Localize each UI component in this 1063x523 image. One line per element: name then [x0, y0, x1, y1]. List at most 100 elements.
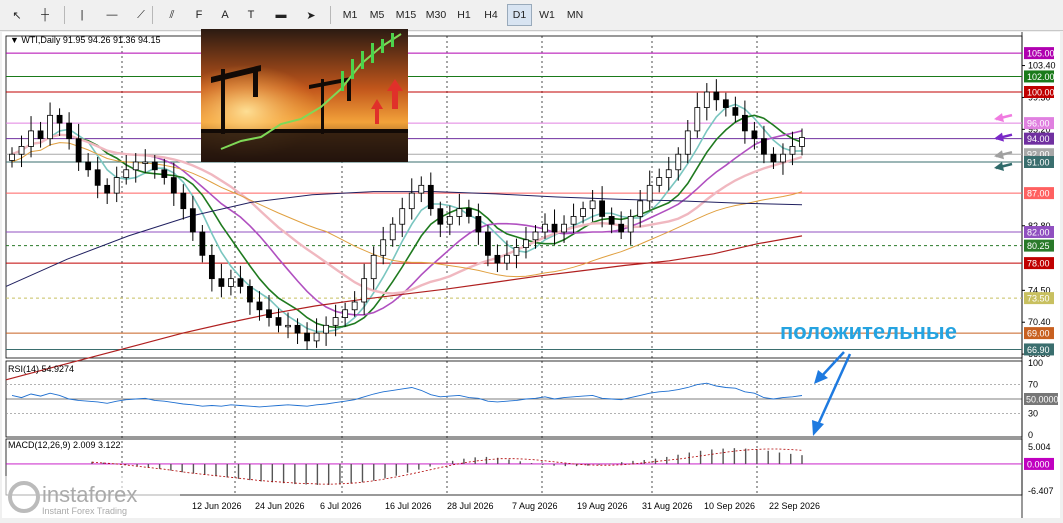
channel-icon[interactable]: ⫽: [160, 4, 184, 26]
candle-body: [189, 208, 196, 233]
level-tag-text: 82.00: [1027, 228, 1050, 238]
time-axis-label: 28 Jul 2026: [447, 501, 494, 511]
level-tag-text: 94.00: [1027, 134, 1050, 144]
cursor-icon[interactable]: ↖: [6, 4, 28, 26]
candle-body: [266, 309, 272, 318]
trend-line-icon[interactable]: ⟋: [128, 4, 154, 26]
level-tag-text: 102.00: [1027, 72, 1055, 82]
candle-body: [675, 153, 682, 171]
timeframe-w1[interactable]: W1: [534, 4, 560, 26]
timeframe-m5[interactable]: M5: [364, 4, 390, 26]
timeframe-d1[interactable]: D1: [507, 4, 532, 26]
candle-body: [751, 130, 758, 140]
time-axis-label: 22 Sep 2026: [769, 501, 820, 511]
candle-body: [123, 169, 130, 178]
time-axis-label: 16 Jul 2026: [385, 501, 432, 511]
candle-body: [313, 332, 320, 342]
candle-body: [199, 231, 206, 256]
candle-body: [408, 192, 415, 210]
vertical-line-icon[interactable]: |: [74, 4, 90, 26]
candle-body: [504, 254, 510, 264]
watermark-brand: instaforex: [42, 482, 137, 507]
level-tag-text: 69.00: [1027, 329, 1050, 339]
candle-body: [732, 107, 739, 116]
macd-title: MACD(12,26,9) 2.009 3.122: [8, 440, 121, 450]
text-label-icon[interactable]: T: [240, 4, 262, 26]
rsi-axis-label: 100: [1028, 358, 1043, 368]
candle-body: [703, 91, 710, 108]
candle-body: [465, 208, 472, 217]
candle-body: [389, 223, 396, 241]
horizontal-line-icon[interactable]: —: [100, 4, 124, 26]
candle-body: [570, 216, 577, 225]
oil-rig-photo: [201, 29, 408, 162]
candle-body: [418, 184, 425, 194]
candle-body: [456, 208, 463, 217]
candle-body: [85, 161, 92, 171]
candle-body: [94, 169, 101, 186]
text-tool-icon[interactable]: A: [214, 4, 236, 26]
candle-body: [332, 317, 339, 326]
candle-body: [170, 177, 177, 194]
candle-body: [485, 231, 491, 256]
watermark-tagline: Instant Forex Trading: [42, 506, 127, 516]
level-tag-text: 66.90: [1027, 345, 1050, 355]
candle-body: [9, 153, 15, 161]
candle-body: [342, 309, 349, 318]
candle-body: [247, 286, 253, 303]
candle-body: [656, 177, 663, 186]
chart-toolbar: ↖ ┼ | — ⟋ ⫽ F A T ▬ ➤ M1 M5 M15 M30 H1 H4 D1 W1 MN: [0, 0, 1063, 31]
timeframe-h1[interactable]: H1: [452, 4, 476, 26]
price-chart-svg[interactable]: 103.4099.3095.2082.8074.5070.4066.30▼ WT…: [2, 32, 1060, 518]
candle-body: [275, 317, 282, 326]
candle-body: [637, 200, 644, 217]
candle-body: [75, 138, 82, 163]
chart-title: ▼ WTI,Daily 91.95 94.26 91.36 94.15: [10, 35, 161, 45]
candle-body: [532, 231, 539, 241]
rsi-axis-label: 70: [1028, 380, 1038, 390]
candle-body: [646, 184, 653, 202]
candle-body: [561, 223, 567, 233]
chart-window[interactable]: 103.4099.3095.2082.8074.5070.4066.30▼ WT…: [2, 32, 1060, 518]
rsi-title: RSI(14) 54.9274: [8, 364, 74, 374]
candle-body: [741, 114, 748, 132]
price-axis-label: 103.40: [1028, 61, 1056, 71]
candle-body: [618, 223, 625, 233]
rsi-axis-label: 30: [1028, 408, 1038, 418]
level-tag-text: 78.00: [1027, 259, 1050, 269]
candle-body: [627, 216, 634, 233]
candle-body: [599, 200, 606, 217]
timeframe-m1[interactable]: M1: [338, 4, 362, 26]
time-axis-label: 24 Jun 2026: [255, 501, 305, 511]
price-axis-label: 70.40: [1028, 317, 1051, 327]
candle-body: [589, 200, 596, 210]
candle-body: [542, 223, 548, 233]
time-axis-label: 19 Aug 2026: [577, 501, 628, 511]
level-tag-text: 100.00: [1027, 88, 1055, 98]
candle-body: [694, 107, 701, 132]
candle-body: [475, 216, 482, 233]
candle-body: [494, 254, 501, 264]
crosshair-icon[interactable]: ┼: [32, 4, 58, 26]
candle-body: [151, 161, 158, 171]
timeframe-m30[interactable]: M30: [422, 4, 450, 26]
candle-body: [580, 208, 586, 217]
macd-axis-label: 5.004: [1028, 442, 1051, 452]
arrows-icon[interactable]: ➤: [296, 4, 326, 26]
candle-body: [104, 184, 111, 194]
macd-value-text: 0.000: [1027, 459, 1050, 469]
candle-body: [446, 216, 453, 225]
candle-body: [218, 278, 225, 287]
timeframe-mn[interactable]: MN: [562, 4, 588, 26]
shapes-icon[interactable]: ▬: [268, 4, 294, 26]
candle-body: [789, 146, 796, 155]
candle-body: [380, 239, 387, 256]
timeframe-h4[interactable]: H4: [478, 4, 504, 26]
fibonacci-icon[interactable]: F: [188, 4, 210, 26]
candle-body: [28, 130, 34, 147]
candle-body: [713, 91, 720, 101]
timeframe-m15[interactable]: M15: [392, 4, 420, 26]
candle-body: [180, 192, 187, 210]
macd-axis-label: -6.407: [1028, 486, 1054, 496]
candle-body: [523, 239, 529, 248]
